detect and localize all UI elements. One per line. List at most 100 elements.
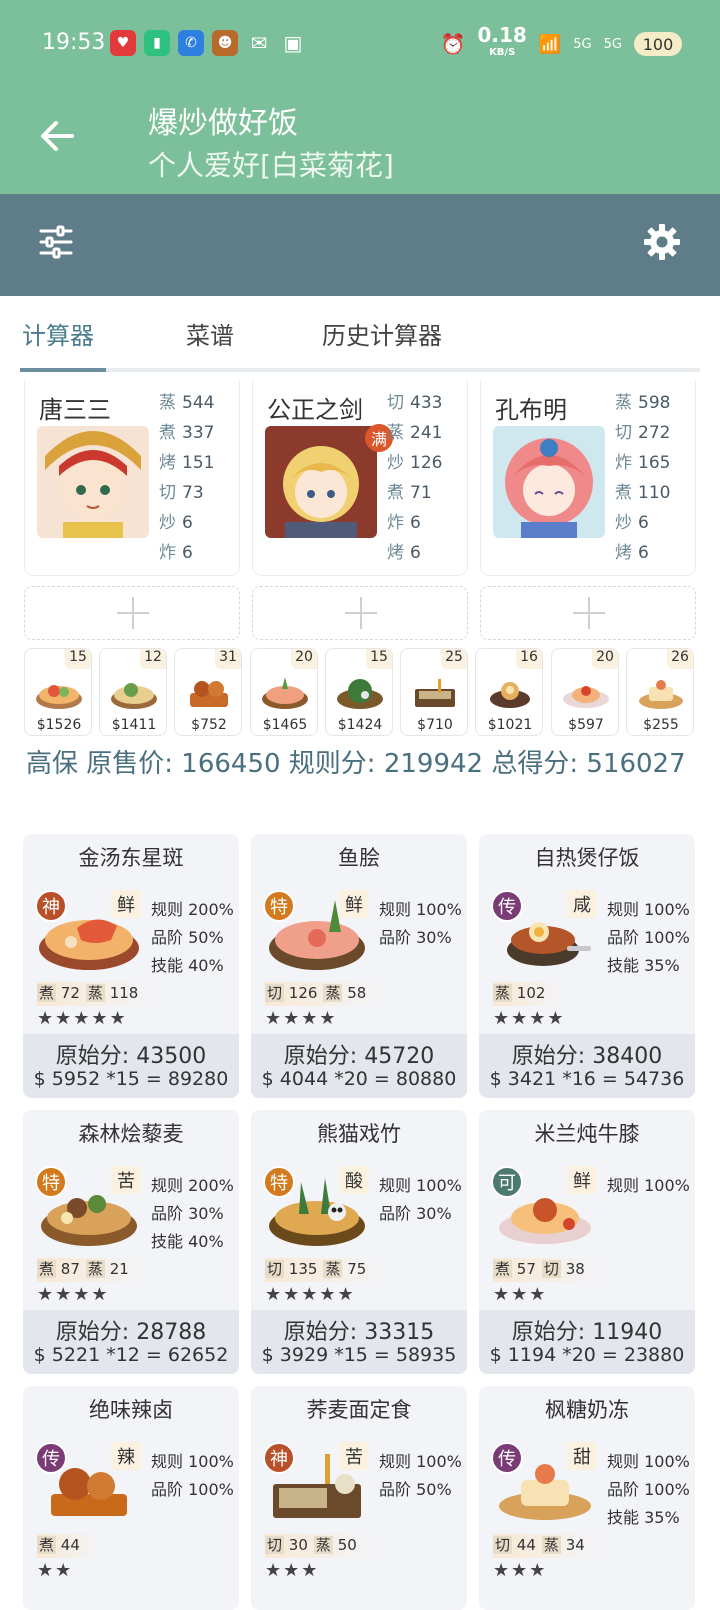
add-equipment-slot-3[interactable]: [480, 586, 696, 640]
rarity-badge: 传: [491, 890, 523, 922]
dish-tile[interactable]: 15 $1526: [24, 648, 92, 736]
requirement: 切 38: [541, 1260, 585, 1278]
requirement: 蒸 75: [323, 1260, 367, 1278]
star-rating: ★★★: [493, 1284, 548, 1305]
skill-requirements: 煮 44: [37, 1534, 100, 1558]
star-rating: ★★★★: [265, 1008, 338, 1029]
dish-tile[interactable]: 15 $1424: [325, 648, 393, 736]
recipe-card[interactable]: 米兰炖牛膝 可 鲜 规则 100% 煮 57 切 38 ★★★ 原始分: 119…: [479, 1110, 695, 1374]
requirement: 煮 87: [37, 1260, 80, 1278]
recipe-card[interactable]: 金汤东星斑 神 鲜 规则 200% 品阶 50% 技能 40% 煮 72 蒸 1…: [23, 834, 239, 1098]
requirement: 蒸 58: [323, 984, 367, 1002]
recipe-name: 枫糖奶冻: [545, 1398, 629, 1422]
chef-card-3[interactable]: 孔布明 蒸 598 切 272 炸 165 煮 110 炒6 烤6: [480, 380, 696, 576]
requirement: 切 44: [493, 1536, 536, 1554]
tune-icon[interactable]: [38, 224, 74, 260]
dish-quantity: 15: [65, 649, 91, 669]
add-equipment-slot-1[interactable]: [24, 586, 240, 640]
dish-tile[interactable]: 25 $710: [400, 648, 468, 736]
chef-card-2[interactable]: 公正之剑 满 切 433 蒸 241 炒 126 煮 71 炸6 烤6: [252, 380, 468, 576]
battery-indicator: 100: [634, 32, 682, 56]
recipe-card[interactable]: 绝味辣卤 传 辣 规则 100% 品阶 100% 煮 44 ★★: [23, 1386, 239, 1610]
gear-icon[interactable]: [642, 222, 682, 262]
buff-item: 规则 100%: [379, 1176, 462, 1195]
game-app-icon: ☻: [212, 30, 238, 56]
dish-tile[interactable]: 20 $1465: [250, 648, 318, 736]
dish-quantity: 12: [140, 649, 166, 669]
recipe-card[interactable]: 荞麦面定食 神 苦 规则 100% 品阶 50% 切 30 蒸 50 ★★★: [251, 1386, 467, 1610]
dish-quantity: 16: [516, 649, 542, 669]
buff-list: 规则 100% 品阶 100% 技能 35%: [607, 1448, 690, 1532]
raw-score: 原始分: 11940: [511, 1320, 663, 1345]
star-rating: ★★: [37, 1560, 74, 1581]
recipe-card[interactable]: 自热煲仔饭 传 咸 规则 100% 品阶 100% 技能 35% 蒸 102 ★…: [479, 834, 695, 1098]
flavor-tag: 鲜: [567, 1166, 597, 1194]
tab-history-calculator[interactable]: 历史计算器: [322, 316, 442, 351]
buff-list: 规则 100% 品阶 50%: [379, 1448, 462, 1504]
phone-app-icon: ✆: [178, 30, 204, 56]
recipe-name: 金汤东星斑: [78, 846, 184, 870]
skill-requirements: 切 135 蒸 75: [265, 1258, 387, 1282]
chef-portrait: [37, 426, 149, 538]
rarity-badge: 特: [35, 1166, 67, 1198]
recipe-card[interactable]: 森林烩藜麦 特 苦 规则 200% 品阶 30% 技能 40% 煮 87 蒸 2…: [23, 1110, 239, 1374]
recipe-card[interactable]: 鱼脍 特 鲜 规则 100% 品阶 30% 切 126 蒸 58 ★★★★ 原始…: [251, 834, 467, 1098]
dish-price: $1411: [111, 717, 157, 733]
score-summary: 高保 原售价: 166450 规则分: 219942 总得分: 516027: [26, 749, 686, 779]
skill-row: 炒6: [615, 513, 649, 533]
dish-tile[interactable]: 26 $255: [626, 648, 694, 736]
skill-requirements: 切 44 蒸 34: [493, 1534, 605, 1558]
buff-item: 品阶 30%: [379, 928, 452, 947]
buff-item: 技能 40%: [151, 956, 224, 975]
buff-item: 规则 100%: [607, 900, 690, 919]
dish-price: $255: [643, 717, 679, 733]
dish-image: [190, 681, 228, 707]
chef-name: 公正之剑: [267, 396, 363, 424]
flavor-tag: 酸: [339, 1166, 369, 1194]
status-right: ⏰ 0.18 KB/S 📶 5G 5G 100: [441, 25, 682, 62]
skill-row: 炸6: [387, 513, 421, 533]
score-footer: 原始分: 28788 $ 5221 *12 = 62652: [23, 1310, 239, 1374]
requirement: 蒸 102: [493, 984, 546, 1002]
price-calculation: $ 3421 *16 = 54736: [489, 1068, 685, 1090]
shopping-app-icon: ♥: [110, 30, 136, 56]
skill-row: 炸6: [159, 543, 193, 563]
plus-icon: [117, 597, 149, 629]
chef-portrait: [493, 426, 605, 538]
flavor-tag: 鲜: [111, 890, 141, 918]
buff-item: 品阶 100%: [607, 1480, 690, 1499]
score-footer: 原始分: 43500 $ 5952 *15 = 89280: [23, 1034, 239, 1098]
score-footer: 原始分: 45720 $ 4044 *20 = 80880: [251, 1034, 467, 1098]
add-equipment-slot-2[interactable]: [252, 586, 468, 640]
dish-tile[interactable]: 12 $1411: [99, 648, 167, 736]
buff-item: 技能 35%: [607, 956, 680, 975]
recipe-card[interactable]: 枫糖奶冻 传 甜 规则 100% 品阶 100% 技能 35% 切 44 蒸 3…: [479, 1386, 695, 1610]
requirement: 切 126: [265, 984, 318, 1002]
buff-item: 品阶 30%: [151, 1204, 224, 1223]
chef-card-1[interactable]: 唐三三 蒸 544 煮 337 烤 151 切 73 炒6 炸6: [24, 380, 240, 576]
buff-item: 规则 100%: [379, 900, 462, 919]
star-rating: ★★★★★: [265, 1284, 356, 1305]
tab-bar: 计算器 菜谱 历史计算器: [20, 306, 700, 372]
dish-tile[interactable]: 31 $752: [174, 648, 242, 736]
star-rating: ★★★★: [37, 1284, 110, 1305]
flavor-tag: 鲜: [339, 890, 369, 918]
raw-score: 原始分: 28788: [55, 1320, 207, 1345]
wifi-icon: 📶: [538, 33, 562, 55]
star-rating: ★★★★★: [37, 1008, 128, 1029]
tab-calculator[interactable]: 计算器: [22, 316, 94, 351]
dish-tile[interactable]: 20 $597: [551, 648, 619, 736]
skill-requirements: 蒸 102: [493, 982, 566, 1006]
dish-tile[interactable]: 16 $1021: [475, 648, 543, 736]
dish-price: $710: [417, 717, 453, 733]
buff-item: 规则 100%: [379, 1452, 462, 1471]
recipe-card[interactable]: 熊猫戏竹 特 酸 规则 100% 品阶 30% 切 135 蒸 75 ★★★★★…: [251, 1110, 467, 1374]
recipe-name: 鱼脍: [338, 846, 380, 870]
dish-quantity: 25: [441, 649, 467, 669]
tab-recipes[interactable]: 菜谱: [186, 316, 234, 351]
buff-list: 规则 200% 品阶 30% 技能 40%: [151, 1172, 234, 1256]
flavor-tag: 咸: [567, 890, 597, 918]
back-arrow-icon[interactable]: [36, 116, 76, 156]
requirement: 煮 57: [493, 1260, 536, 1278]
requirement: 煮 44: [37, 1536, 80, 1554]
